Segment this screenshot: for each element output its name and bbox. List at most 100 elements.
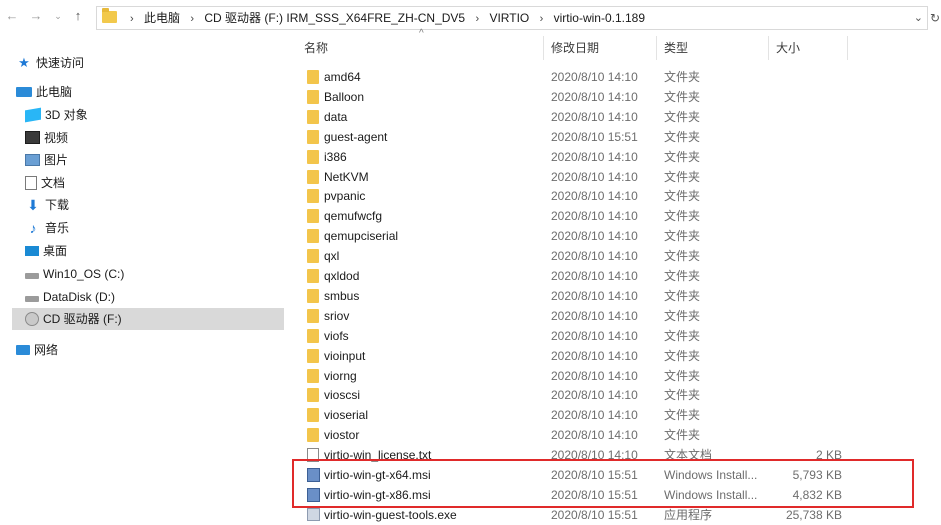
folder-icon <box>307 289 319 303</box>
folder-icon <box>307 428 319 442</box>
file-row[interactable]: sriov 2020/8/10 14:10 文件夹 <box>302 306 941 326</box>
music-icon: ♪ <box>29 219 37 236</box>
column-header-date-modified[interactable]: 修改日期 <box>551 34 655 62</box>
file-date-modified: 2020/8/10 14:10 <box>551 70 638 84</box>
file-row[interactable]: qemufwcfg 2020/8/10 14:10 文件夹 <box>302 206 941 226</box>
file-row[interactable]: qemupciserial 2020/8/10 14:10 文件夹 <box>302 226 941 246</box>
file-date-modified: 2020/8/10 14:10 <box>551 90 638 104</box>
file-type: 文件夹 <box>664 329 701 343</box>
breadcrumb-separator-icon[interactable]: › <box>190 13 194 25</box>
column-header-size[interactable]: 大小 <box>776 34 846 62</box>
sidebar-item-videos[interactable]: 视频 <box>12 127 284 149</box>
column-divider[interactable] <box>543 36 544 60</box>
file-row[interactable]: vioscsi 2020/8/10 14:10 文件夹 <box>302 385 941 405</box>
file-row[interactable]: i386 2020/8/10 14:10 文件夹 <box>302 147 941 167</box>
folder-icon <box>307 209 319 223</box>
file-type: 文件夹 <box>664 189 701 203</box>
file-name: viostor <box>324 428 360 442</box>
sidebar-item-datadisk[interactable]: DataDisk (D:) <box>12 286 284 308</box>
file-size <box>776 186 842 206</box>
drive-icon <box>25 295 39 302</box>
file-date-modified: 2020/8/10 14:10 <box>551 229 638 243</box>
sidebar-item-documents[interactable]: 文档 <box>12 172 284 194</box>
file-type: 文件夹 <box>664 209 701 223</box>
file-row[interactable]: viofs 2020/8/10 14:10 文件夹 <box>302 326 941 346</box>
breadcrumb-virtio[interactable]: VIRTIO <box>489 11 529 25</box>
sidebar-item-3d-objects[interactable]: 3D 对象 <box>12 104 284 126</box>
file-row[interactable]: vioserial 2020/8/10 14:10 文件夹 <box>302 405 941 425</box>
pictures-icon <box>25 153 40 166</box>
file-size <box>776 87 842 107</box>
file-date-modified: 2020/8/10 14:10 <box>551 329 638 343</box>
desktop-icon <box>25 245 39 256</box>
file-row[interactable]: amd64 2020/8/10 14:10 文件夹 <box>302 67 941 87</box>
sidebar-item-downloads[interactable]: ⬇ 下载 <box>12 194 284 216</box>
file-type: 文件夹 <box>664 369 701 383</box>
file-row[interactable]: NetKVM 2020/8/10 14:10 文件夹 <box>302 167 941 187</box>
navigation-pane: ★ 快速访问 此电脑 3D 对象 视频 图片 文档 ⬇ 下载 ♪ 音乐 桌面 Win1… <box>0 34 285 521</box>
file-row[interactable]: viostor 2020/8/10 14:10 文件夹 <box>302 425 941 445</box>
address-input[interactable]: › 此电脑 › CD 驱动器 (F:) IRM_SSS_X64FRE_ZH-CN… <box>96 6 928 30</box>
file-type: 文件夹 <box>664 349 701 363</box>
sidebar-item-quick-access[interactable]: ★ 快速访问 <box>16 52 288 74</box>
file-type: 文件夹 <box>664 70 701 84</box>
file-row[interactable]: guest-agent 2020/8/10 15:51 文件夹 <box>302 127 941 147</box>
3d-objects-icon <box>25 107 41 123</box>
forward-arrow-icon[interactable]: → <box>28 8 44 24</box>
refresh-icon[interactable]: ↻ <box>930 11 940 25</box>
file-date-modified: 2020/8/10 15:51 <box>551 130 638 144</box>
file-name: guest-agent <box>324 130 388 144</box>
file-date-modified: 2020/8/10 14:10 <box>551 289 638 303</box>
file-row[interactable]: data 2020/8/10 14:10 文件夹 <box>302 107 941 127</box>
address-history-chevron-icon[interactable]: ⌄ <box>914 7 923 29</box>
up-arrow-icon[interactable]: ↑ <box>70 8 86 24</box>
file-row[interactable]: smbus 2020/8/10 14:10 文件夹 <box>302 286 941 306</box>
file-type: 文件夹 <box>664 309 701 323</box>
file-row[interactable]: pvpanic 2020/8/10 14:10 文件夹 <box>302 186 941 206</box>
column-divider[interactable] <box>656 36 657 60</box>
sidebar-item-desktop[interactable]: 桌面 <box>12 240 284 262</box>
sidebar-item-network[interactable]: 网络 <box>16 339 288 361</box>
folder-icon <box>307 229 319 243</box>
file-row[interactable]: viorng 2020/8/10 14:10 文件夹 <box>302 366 941 386</box>
file-name: vioinput <box>324 349 366 363</box>
video-icon <box>25 131 40 145</box>
file-type: 文件夹 <box>664 110 701 124</box>
column-header-name[interactable]: 名称 <box>304 34 544 62</box>
file-type: 应用程序 <box>664 508 713 522</box>
sidebar-item-cd-drive[interactable]: CD 驱动器 (F:) <box>12 308 284 330</box>
recent-locations-chevron-icon[interactable]: ⌄ <box>50 8 66 24</box>
computer-icon <box>16 86 32 97</box>
cd-drive-icon <box>25 311 39 326</box>
file-row[interactable]: Balloon 2020/8/10 14:10 文件夹 <box>302 87 941 107</box>
download-icon: ⬇ <box>27 196 39 213</box>
file-date-modified: 2020/8/10 14:10 <box>551 369 638 383</box>
sidebar-item-this-pc[interactable]: 此电脑 <box>16 81 288 103</box>
file-name: data <box>324 110 348 124</box>
file-row[interactable]: virtio-win-guest-tools.exe 2020/8/10 15:5… <box>302 505 941 525</box>
sidebar-item-music[interactable]: ♪ 音乐 <box>12 217 284 239</box>
breadcrumb-virtio-win[interactable]: virtio-win-0.1.189 <box>554 11 645 25</box>
sidebar-item-pictures[interactable]: 图片 <box>12 149 284 171</box>
folder-icon <box>307 110 319 124</box>
breadcrumb-separator-icon[interactable]: › <box>540 13 544 25</box>
back-arrow-icon[interactable]: ← <box>4 8 20 24</box>
file-type: 文件夹 <box>664 150 701 164</box>
sidebar-item-win10-os[interactable]: Win10_OS (C:) <box>12 263 284 285</box>
column-divider[interactable] <box>847 36 848 60</box>
folder-icon <box>307 369 319 383</box>
file-row[interactable]: qxl 2020/8/10 14:10 文件夹 <box>302 246 941 266</box>
folder-icon <box>307 249 319 263</box>
folder-icon <box>307 349 319 363</box>
file-row[interactable]: qxldod 2020/8/10 14:10 文件夹 <box>302 266 941 286</box>
folder-icon <box>307 269 319 283</box>
breadcrumb-this-pc[interactable]: 此电脑 <box>144 11 180 25</box>
breadcrumb-cd-drive[interactable]: CD 驱动器 (F:) IRM_SSS_X64FRE_ZH-CN_DV5 <box>204 11 465 25</box>
column-header-type[interactable]: 类型 <box>664 34 768 62</box>
file-date-modified: 2020/8/10 14:10 <box>551 170 638 184</box>
breadcrumb-separator-icon[interactable]: › <box>130 13 134 25</box>
breadcrumb-separator-icon[interactable]: › <box>475 13 479 25</box>
file-row[interactable]: vioinput 2020/8/10 14:10 文件夹 <box>302 346 941 366</box>
column-divider[interactable] <box>768 36 769 60</box>
file-name: amd64 <box>324 70 361 84</box>
